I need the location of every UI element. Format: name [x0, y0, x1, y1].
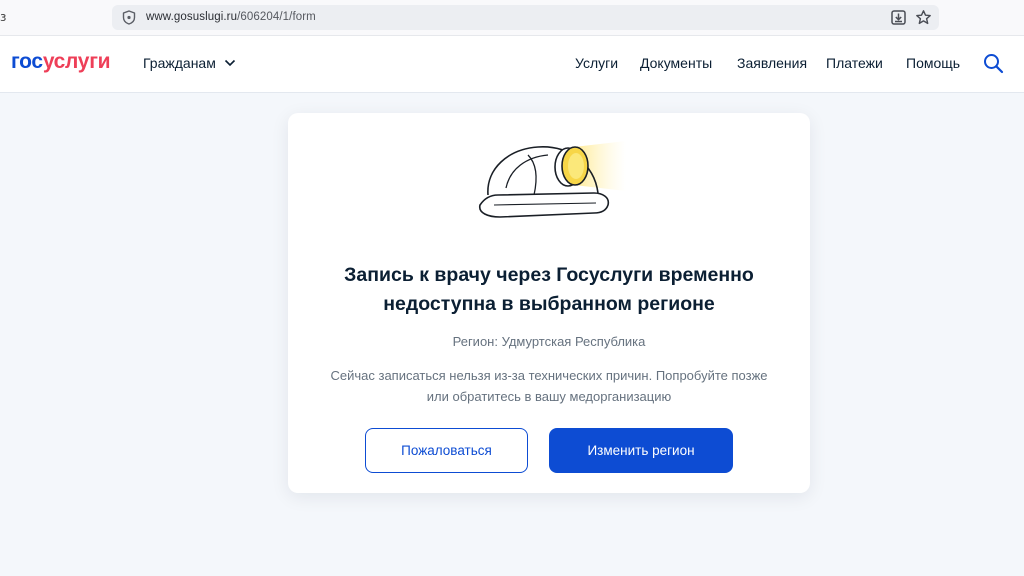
- citizens-menu-label: Гражданам: [143, 55, 216, 71]
- download-icon[interactable]: [890, 9, 907, 26]
- change-region-button[interactable]: Изменить регион: [549, 428, 733, 473]
- logo-part-uslugi: услуги: [42, 50, 111, 73]
- description-line-1: Сейчас записаться нельзя из-за техническ…: [330, 368, 768, 383]
- star-icon[interactable]: [915, 9, 932, 26]
- tab-fragment: з: [0, 10, 7, 24]
- page-title: Запись к врачу через Госуслуги временно …: [308, 261, 790, 319]
- unavailable-card: Запись к врачу через Госуслуги временно …: [288, 113, 810, 493]
- description-line-2: или обратитесь в вашу медорганизацию: [426, 389, 672, 404]
- shield-icon[interactable]: [122, 10, 136, 25]
- nav-help[interactable]: Помощь: [906, 55, 960, 71]
- url-text[interactable]: www.gosuslugi.ru/606204/1/form: [146, 11, 316, 23]
- browser-toolbar: з www.gosuslugi.ru/606204/1/form: [0, 0, 1024, 36]
- region-label: Регион: Удмуртская Республика: [452, 334, 646, 349]
- title-line-2: недоступна в выбранном регионе: [383, 293, 715, 315]
- search-icon[interactable]: [983, 53, 1004, 74]
- description: Сейчас записаться нельзя из-за техническ…: [308, 365, 790, 407]
- complain-button[interactable]: Пожаловаться: [365, 428, 528, 473]
- title-line-1: Запись к врачу через Госуслуги временно: [344, 264, 754, 286]
- chevron-down-icon: [224, 59, 235, 67]
- nav-payments[interactable]: Платежи: [826, 55, 883, 71]
- url-host: www.gosuslugi.ru: [146, 11, 238, 23]
- address-bar[interactable]: www.gosuslugi.ru/606204/1/form: [112, 5, 939, 30]
- helmet-icon: [478, 141, 626, 218]
- gosuslugi-logo[interactable]: госуслуги: [11, 50, 111, 74]
- citizens-menu[interactable]: Гражданам: [143, 55, 236, 71]
- site-header: госуслуги Гражданам Услуги Документы Зая…: [0, 36, 1024, 93]
- logo-part-gos: гос: [11, 50, 43, 73]
- nav-documents[interactable]: Документы: [640, 55, 712, 71]
- nav-services[interactable]: Услуги: [575, 55, 618, 71]
- url-path: /606204/1/form: [237, 11, 316, 23]
- nav-applications[interactable]: Заявления: [737, 55, 807, 71]
